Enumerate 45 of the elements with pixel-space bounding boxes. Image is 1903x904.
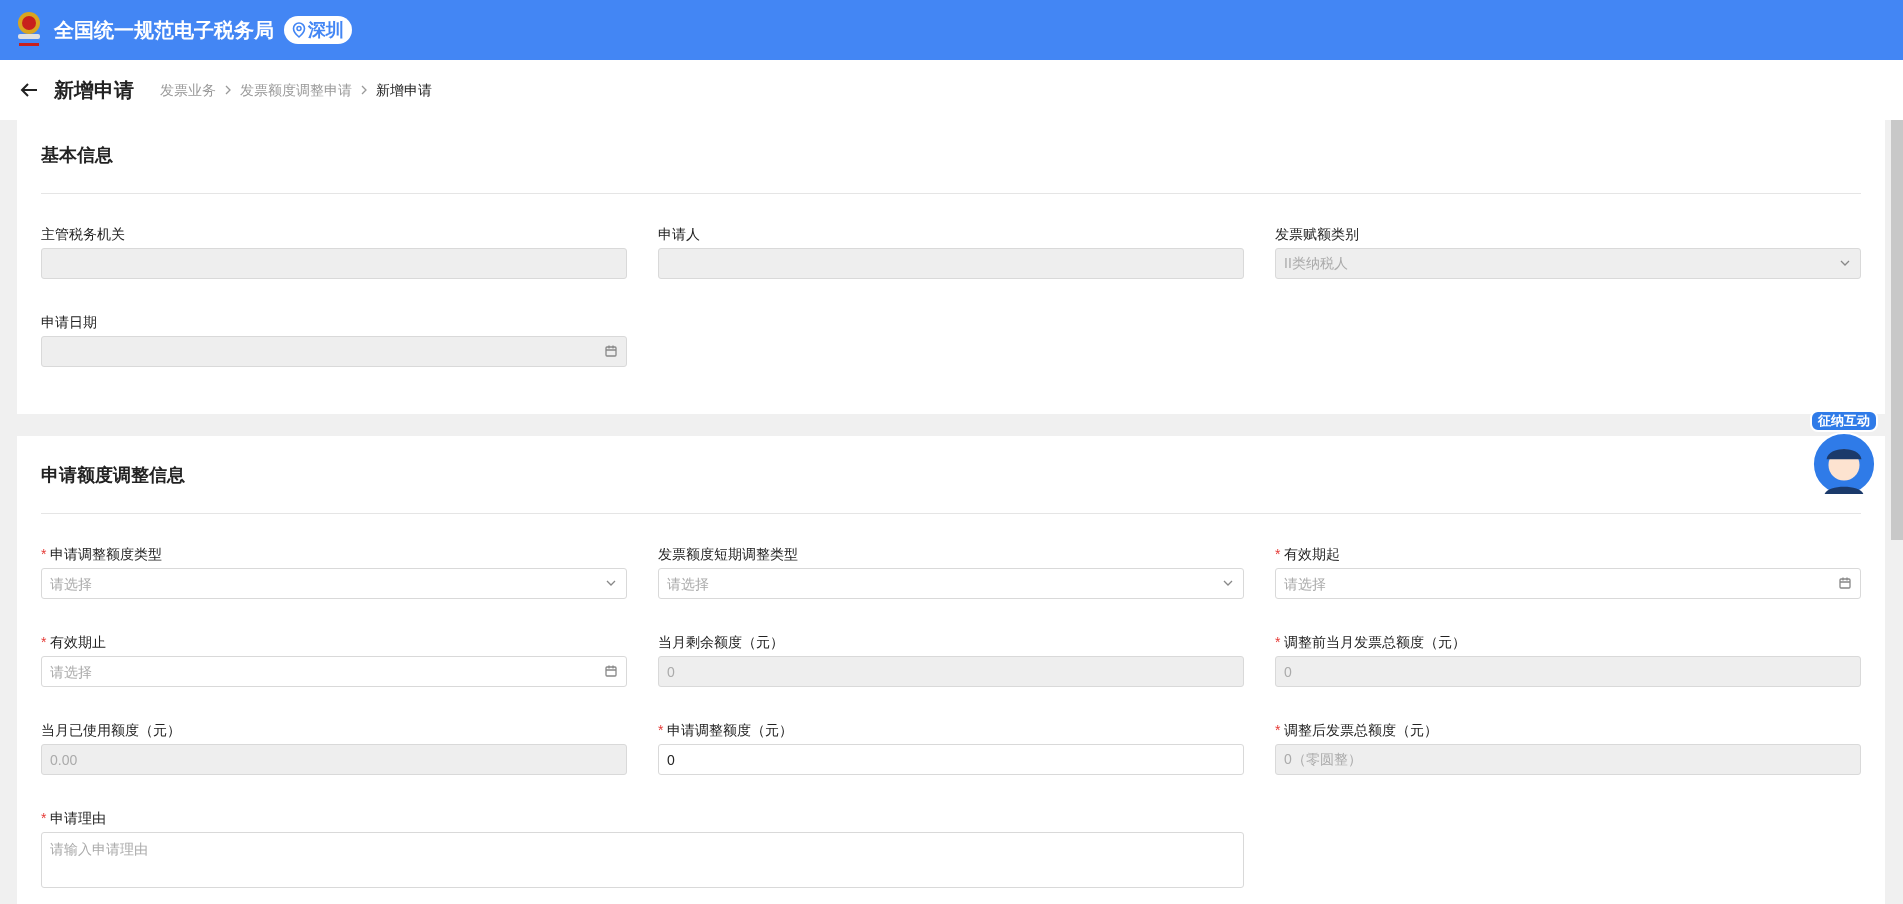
field-label: 有效期止 bbox=[50, 632, 107, 652]
field-label: 主管税务机关 bbox=[41, 224, 125, 244]
field-label: 发票额度短期调整类型 bbox=[658, 544, 798, 564]
section-title: 申请额度调整信息 bbox=[41, 464, 186, 486]
date-field[interactable]: 请选择 bbox=[1275, 568, 1861, 599]
required-asterisk: * bbox=[1275, 720, 1281, 740]
site-title: 全国统一规范电子税务局 bbox=[54, 18, 274, 43]
field-label: 当月已使用额度（元） bbox=[41, 720, 181, 740]
date-field[interactable]: 请选择 bbox=[41, 656, 627, 687]
required-asterisk: * bbox=[41, 632, 47, 652]
field-label: 当月剩余额度（元） bbox=[658, 632, 784, 652]
breadcrumb-link[interactable]: 新增申请 bbox=[376, 79, 432, 101]
required-asterisk: * bbox=[1275, 632, 1281, 652]
required-asterisk: * bbox=[1275, 544, 1281, 564]
field-label: 申请调整额度（元） bbox=[667, 720, 794, 740]
page-title: 新增申请 bbox=[54, 78, 134, 103]
select-field[interactable]: 请选择 bbox=[41, 568, 627, 599]
reason-textarea[interactable]: 请输入申请理由 bbox=[41, 832, 1244, 888]
back-arrow-icon[interactable] bbox=[20, 82, 38, 98]
field-label: 申请日期 bbox=[41, 312, 97, 332]
field-label: 有效期起 bbox=[1284, 544, 1341, 564]
assistant-widget[interactable]: 征纳互动 bbox=[1803, 410, 1885, 496]
field-label: 调整后发票总额度（元） bbox=[1284, 720, 1439, 740]
field-label: 发票赋额类别 bbox=[1275, 224, 1359, 244]
field-label: 申请理由 bbox=[50, 808, 107, 828]
calendar-icon bbox=[604, 664, 618, 678]
required-asterisk: * bbox=[658, 720, 664, 740]
field-label: 申请人 bbox=[658, 224, 700, 244]
field-label: 申请调整额度类型 bbox=[50, 544, 163, 564]
required-asterisk: * bbox=[41, 544, 47, 564]
calendar-icon bbox=[604, 344, 618, 358]
section-title: 基本信息 bbox=[41, 144, 114, 166]
required-asterisk: * bbox=[41, 808, 47, 828]
chevron-right-icon bbox=[224, 85, 232, 95]
breadcrumb-link[interactable]: 发票额度调整申请 bbox=[240, 79, 352, 101]
assistant-label: 征纳互动 bbox=[1810, 410, 1878, 432]
calendar-icon bbox=[1838, 576, 1852, 590]
input-field[interactable]: 0 bbox=[658, 744, 1244, 775]
breadcrumb-link[interactable]: 发票业务 bbox=[160, 79, 216, 101]
location-badge[interactable]: 深圳 bbox=[284, 16, 352, 44]
field-label: 调整前当月发票总额度（元） bbox=[1284, 632, 1467, 652]
scrollbar[interactable] bbox=[1891, 120, 1903, 540]
select-field[interactable]: 请选择 bbox=[658, 568, 1244, 599]
chevron-right-icon bbox=[360, 85, 368, 95]
location-pin-icon bbox=[292, 22, 306, 38]
